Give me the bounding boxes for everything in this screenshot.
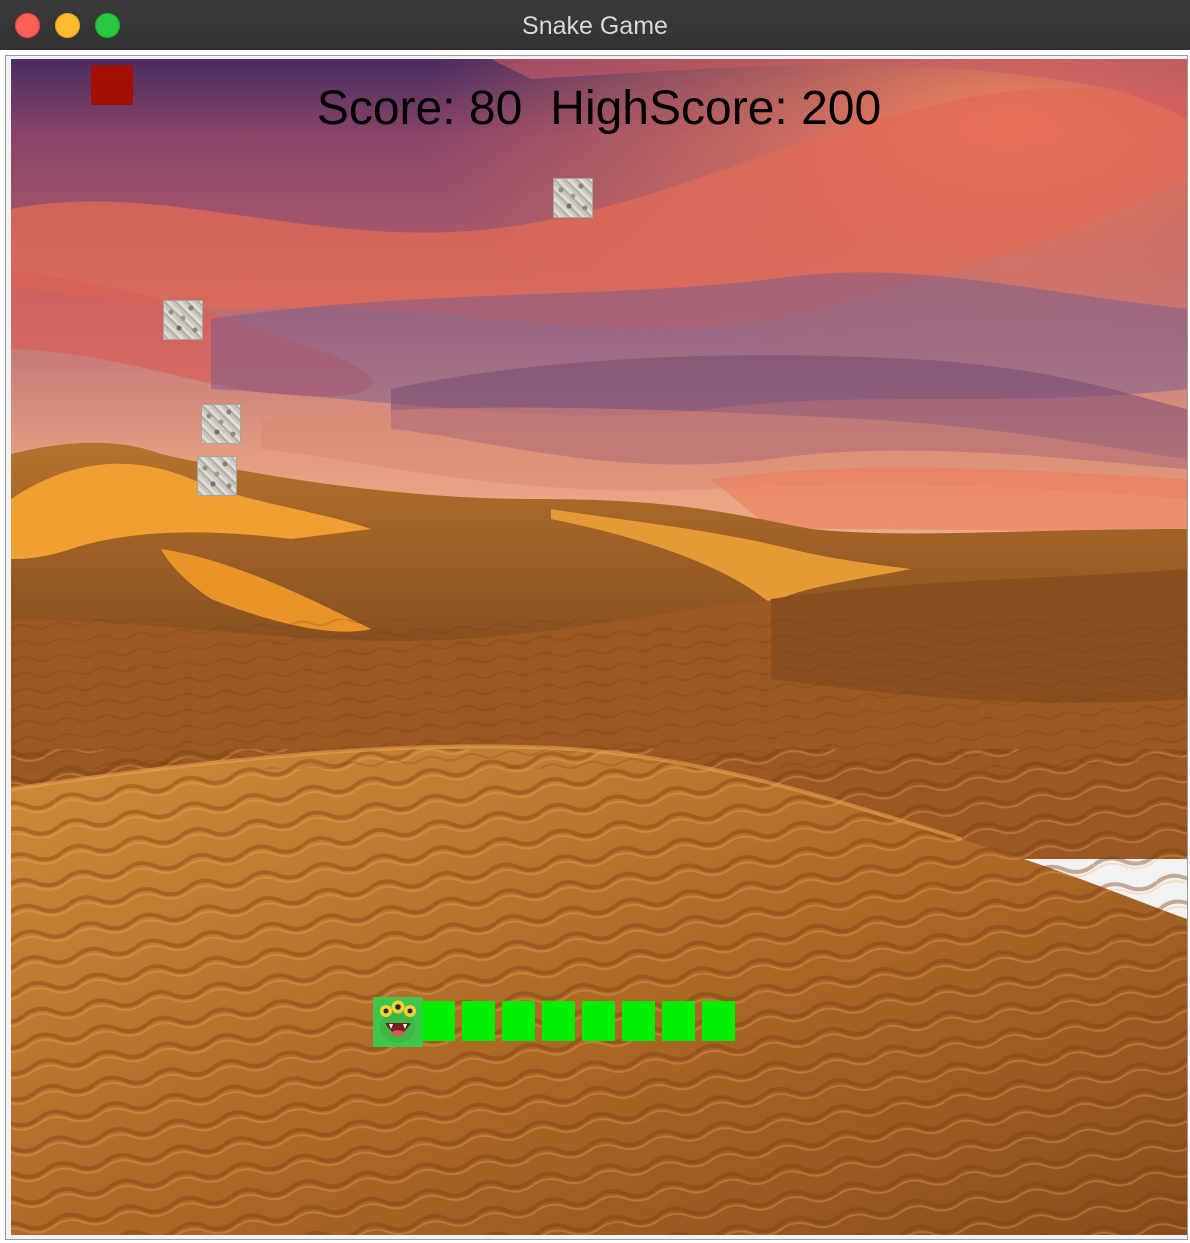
rock-obstacle <box>201 404 241 444</box>
game-window: Snake Game Score: 80 HighScore: 200 <box>0 0 1190 1243</box>
snake-body-segment <box>462 1001 495 1041</box>
snake-body-segment <box>582 1001 615 1041</box>
score-display: Score: 80 HighScore: 200 <box>11 81 1187 136</box>
snake-body-segment <box>662 1001 695 1041</box>
food-block <box>91 65 133 105</box>
snake-body-segment <box>542 1001 575 1041</box>
score-label: Score: 80 <box>316 82 523 135</box>
title-bar[interactable]: Snake Game <box>0 0 1190 51</box>
snake-head-monster-icon <box>373 997 423 1047</box>
rock-obstacle <box>553 178 593 218</box>
snake-body-segment <box>502 1001 535 1041</box>
rock-obstacle <box>197 456 237 496</box>
game-canvas[interactable]: Score: 80 HighScore: 200 <box>11 59 1187 1235</box>
rock-obstacle <box>163 300 203 340</box>
snake-body-segment <box>702 1001 735 1041</box>
window-title: Snake Game <box>522 12 668 40</box>
highscore-label: HighScore: 200 <box>550 82 882 135</box>
snake-body-segment <box>622 1001 655 1041</box>
snake-body-segment <box>422 1001 455 1041</box>
desert-background <box>11 59 1187 1235</box>
